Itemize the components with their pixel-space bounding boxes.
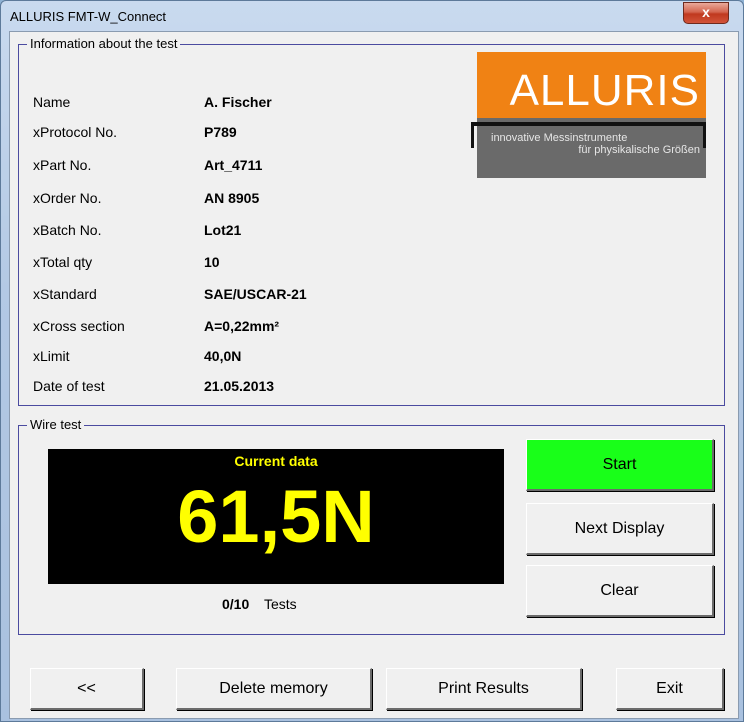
info-value-standard: SAE/USCAR-21 bbox=[204, 286, 307, 302]
info-label-total-qty: xTotal qty bbox=[33, 254, 93, 270]
tests-label: Tests bbox=[264, 596, 297, 612]
info-label-standard: xStandard bbox=[33, 286, 97, 302]
info-label-protocol: xProtocol No. bbox=[33, 124, 118, 140]
tests-count: 0/10 bbox=[222, 596, 250, 612]
wire-test-legend: Wire test bbox=[27, 417, 85, 432]
info-label-cross-section: xCross section bbox=[33, 318, 125, 334]
start-button[interactable]: Start bbox=[526, 439, 714, 491]
info-label-batch: xBatch No. bbox=[33, 222, 102, 238]
info-value-protocol: P789 bbox=[204, 124, 237, 140]
info-value-order: AN 8905 bbox=[204, 190, 260, 206]
logo-brand-text: ALLURIS bbox=[509, 66, 700, 115]
title-bar[interactable]: ALLURIS FMT-W_Connect x bbox=[1, 1, 743, 31]
info-value-date: 21.05.2013 bbox=[204, 378, 275, 394]
info-label-limit: xLimit bbox=[33, 348, 70, 364]
print-results-button[interactable]: Print Results bbox=[386, 668, 582, 710]
info-value-part: Art_4711 bbox=[204, 157, 263, 173]
logo-divider bbox=[471, 122, 706, 126]
alluris-logo: ALLURIS innovative Messinstrumente für p… bbox=[471, 52, 706, 178]
info-value-total-qty: 10 bbox=[204, 254, 220, 270]
info-value-batch: Lot21 bbox=[204, 222, 242, 238]
clear-button[interactable]: Clear bbox=[526, 565, 714, 617]
logo-bracket-left bbox=[471, 122, 474, 148]
exit-button[interactable]: Exit bbox=[616, 668, 724, 710]
info-label-part: xPart No. bbox=[33, 157, 92, 173]
info-label-name: Name bbox=[33, 94, 71, 110]
force-display: Current data 61,5N bbox=[48, 449, 504, 584]
window-title: ALLURIS FMT-W_Connect bbox=[10, 9, 167, 24]
back-button[interactable]: << bbox=[30, 668, 144, 710]
next-display-button[interactable]: Next Display bbox=[526, 503, 714, 555]
info-group-legend: Information about the test bbox=[27, 36, 181, 51]
close-button[interactable]: x bbox=[683, 2, 729, 24]
info-label-date: Date of test bbox=[33, 378, 105, 394]
info-value-limit: 40,0N bbox=[204, 348, 242, 364]
info-value-name: A. Fischer bbox=[204, 94, 272, 110]
logo-tagline-1: innovative Messinstrumente bbox=[491, 132, 628, 144]
info-label-order: xOrder No. bbox=[33, 190, 102, 206]
logo-bracket-right bbox=[703, 122, 706, 148]
force-value: 61,5N bbox=[177, 475, 375, 558]
logo-tagline-2: für physikalische Größen bbox=[578, 144, 700, 156]
info-value-cross-section: A=0,22mm² bbox=[204, 318, 280, 334]
display-label: Current data bbox=[234, 453, 318, 469]
delete-memory-button[interactable]: Delete memory bbox=[176, 668, 372, 710]
